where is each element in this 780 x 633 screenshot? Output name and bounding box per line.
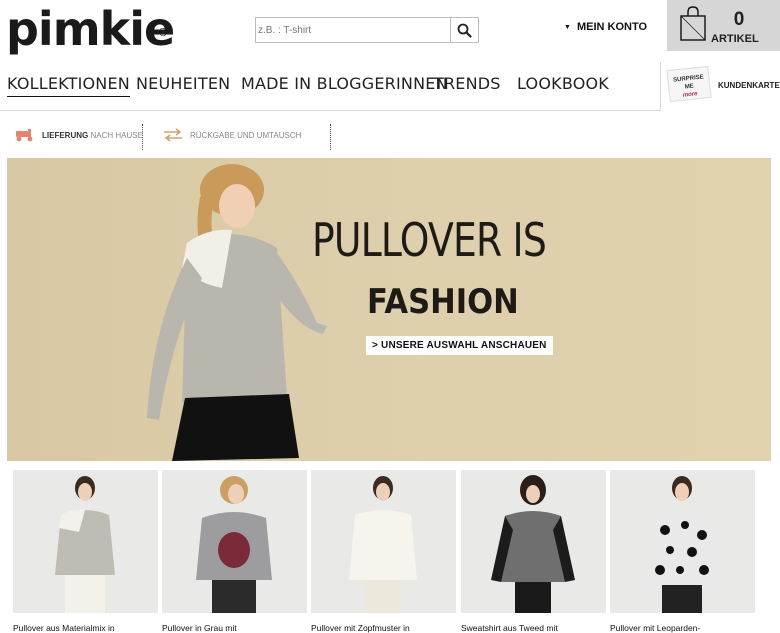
product-card[interactable]: Pullover aus Materialmix in [13,470,158,633]
cta-label: UNSERE AUSWAHL ANSCHAUEN [381,340,547,351]
banner-title-line2: FASHION [367,282,519,322]
product-card[interactable]: Pullover mit Zopfmuster in [311,470,456,633]
caret-down-icon: ▼ [564,23,571,31]
product-image [162,470,307,613]
product-caption: Pullover aus Materialmix in [13,623,115,633]
product-caption: Sweatshirt aus Tweed mit [461,623,558,633]
shopping-bag-icon [680,6,706,41]
product-card[interactable]: Pullover mit Leoparden- [610,470,755,633]
nav-item-trends[interactable]: TRENDS [434,74,501,93]
product-image [461,470,606,613]
delivery-info[interactable]: LIEFERUNG NACH HAUSE [14,128,143,142]
divider [142,124,144,150]
kundenkarte-badge: SURPRISE ME more [666,65,712,103]
product-image [13,470,158,613]
banner-title-line1: PULLOVER IS [312,213,547,267]
banner-cta-button[interactable]: > UNSERE AUSWAHL ANSCHAUEN [366,336,553,355]
nav-item-lookbook[interactable]: LOOKBOOK [517,74,609,93]
hero-banner[interactable]: PULLOVER IS FASHION > UNSERE AUSWAHL ANS… [7,158,771,461]
kundenkarte-link[interactable]: SURPRISE ME more KUNDENKARTE [663,65,780,106]
registered-mark: ® [159,27,167,39]
cart-button[interactable]: 0 ARTIKEL [667,0,780,51]
returns-label: RÜCKGABE UND UMTAUSCH [190,130,302,140]
scooter-icon [16,129,33,142]
cart-count: 0 [733,9,745,30]
main-nav: KOLLEKTIONEN NEUHEITEN MADE IN BLOGGERIN… [0,62,661,111]
product-card[interactable]: Pullover in Grau mit [162,470,307,633]
divider [330,124,332,150]
kundenkarte-badge-top: SURPRISE ME [672,74,705,91]
search-input[interactable] [258,21,448,39]
kundenkarte-badge-bottom: more [682,91,698,99]
product-image [311,470,456,613]
cta-prefix: > [372,340,379,351]
account-label: MEIN KONTO [576,21,648,33]
kundenkarte-label: KUNDENKARTE [718,81,780,90]
delivery-bold: LIEFERUNG [42,130,89,140]
product-caption: Pullover mit Zopfmuster in [311,623,410,633]
search-button[interactable] [450,18,478,42]
account-menu[interactable]: ▼ MEIN KONTO [564,21,647,33]
product-caption: Pullover mit Leoparden- [610,623,701,633]
product-image [610,470,755,613]
search-box [255,17,479,43]
nav-item-neuheiten[interactable]: NEUHEITEN [136,74,230,93]
search-icon [457,23,472,38]
product-card[interactable]: Sweatshirt aus Tweed mit [461,470,606,633]
delivery-rest: NACH HAUSE [90,130,143,140]
logo-text: pimkie [6,2,175,56]
model-figure-image [147,164,327,461]
returns-info[interactable]: RÜCKGABE UND UMTAUSCH [162,128,301,142]
pimkie-logo[interactable]: pimkie ® [6,6,175,52]
product-caption: Pullover in Grau mit [162,623,237,633]
nav-item-made-in-bloggerinnen[interactable]: MADE IN BLOGGERINNEN [241,74,448,93]
cart-label: ARTIKEL [711,33,759,45]
exchange-arrows-icon [164,128,182,142]
nav-item-kollektionen[interactable]: KOLLEKTIONEN [7,74,130,97]
